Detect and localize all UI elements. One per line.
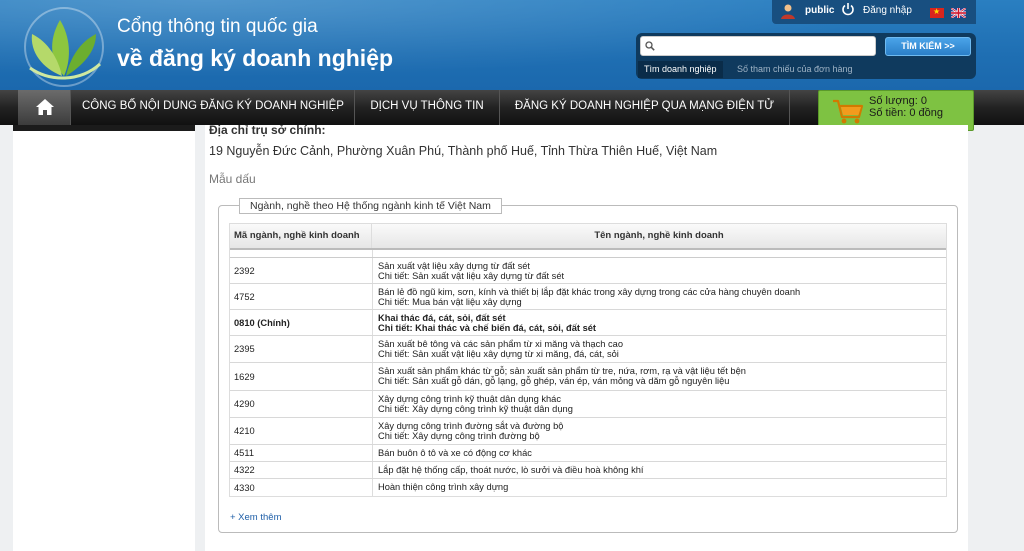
- column-header-name[interactable]: Tên ngành, nghề kinh doanh: [372, 224, 946, 248]
- row-detail: Chi tiết: Sản xuất gỗ dán, gỗ lạng, gỗ g…: [378, 376, 730, 386]
- cart-icon: [833, 99, 864, 124]
- home-icon: [36, 99, 54, 115]
- nav-item-online-registration[interactable]: ĐĂNG KÝ DOANH NGHIỆP QUA MẠNG ĐIỆN TỬ: [500, 90, 790, 125]
- left-panel: [13, 131, 195, 551]
- row-detail: Chi tiết: Mua bán vật liệu xây dựng: [378, 297, 522, 307]
- row-code: 4210: [234, 426, 255, 436]
- table-spacer-row: [230, 250, 946, 258]
- row-detail: Chi tiết: Xây dựng công trình đường bộ: [378, 431, 540, 441]
- cart-quantity: Số lượng: 0: [869, 95, 927, 107]
- row-code: 4511: [234, 448, 254, 458]
- row-detail: Chi tiết: Khai thác và chế biến đá, cát,…: [378, 323, 597, 333]
- cart-amount: Số tiền: 0 đồng: [869, 107, 944, 119]
- table-row[interactable]: 1629 Sản xuất sản phẩm khác từ gỗ; sản x…: [230, 363, 946, 391]
- row-code: 0810 (Chính): [234, 317, 290, 328]
- table-row[interactable]: 4752 Bán lẻ đồ ngũ kim, sơn, kính và thi…: [230, 284, 946, 310]
- power-icon[interactable]: [841, 2, 855, 16]
- address-label: Địa chỉ trụ sở chính:: [209, 123, 326, 137]
- industry-legend: Ngành, nghề theo Hệ thống ngành kinh tế …: [239, 198, 502, 214]
- table-row[interactable]: 2392 Sản xuất vật liệu xây dựng từ đất s…: [230, 258, 946, 284]
- logo-leaf-icon[interactable]: [20, 6, 108, 88]
- row-code: 2395: [234, 344, 255, 354]
- table-row[interactable]: 4330 Hoàn thiện công trình xây dựng: [230, 479, 946, 496]
- row-code: 4330: [234, 482, 255, 493]
- table-row[interactable]: 4290 Xây dựng công trình kỹ thuật dân dụ…: [230, 391, 946, 418]
- flag-uk-icon[interactable]: [951, 8, 966, 18]
- table-row[interactable]: 4322 Lắp đặt hệ thống cấp, thoát nước, l…: [230, 462, 946, 479]
- site-title-line2: về đăng ký doanh nghiệp: [117, 45, 394, 71]
- row-code: 4322: [234, 465, 255, 475]
- row-name: Lắp đặt hệ thống cấp, thoát nước, lò sưở…: [378, 465, 644, 475]
- site-title-line1: Cổng thông tin quốc gia: [117, 16, 318, 37]
- address-value: 19 Nguyễn Đức Cảnh, Phường Xuân Phú, Thà…: [209, 144, 718, 158]
- row-name: Bán buôn ô tô và xe có động cơ khác: [378, 448, 532, 458]
- search-icon: [645, 41, 655, 51]
- row-code: 4752: [234, 291, 255, 302]
- show-more-link[interactable]: + Xem thêm: [230, 512, 281, 523]
- flag-vn-icon[interactable]: ★: [930, 7, 944, 18]
- row-name: Sản xuất sản phẩm khác từ gỗ; sản xuất s…: [378, 366, 746, 376]
- tab-find-enterprise[interactable]: Tìm doanh nghiệp: [638, 61, 723, 78]
- row-name: Sản xuất vật liệu xây dựng từ đất sét: [378, 261, 530, 271]
- row-name: Sản xuất bê tông và các sản phẩm từ xi m…: [378, 339, 623, 349]
- table-row[interactable]: 2395 Sản xuất bê tông và các sản phẩm từ…: [230, 336, 946, 363]
- login-link[interactable]: Đăng nhập: [863, 5, 912, 16]
- row-name: Xây dựng công trình kỹ thuật dân dụng kh…: [378, 394, 561, 404]
- table-row[interactable]: 4511 Bán buôn ô tô và xe có động cơ khác: [230, 445, 946, 462]
- row-detail: Chi tiết: Xây dựng công trình kỹ thuật d…: [378, 404, 573, 414]
- nav-item-publish[interactable]: CÔNG BỐ NỘI DUNG ĐĂNG KÝ DOANH NGHIỆP: [72, 90, 355, 125]
- row-code: 2392: [234, 265, 255, 276]
- user-icon: [781, 4, 795, 19]
- table-row[interactable]: 0810 (Chính) Khai thác đá, cát, sỏi, đất…: [230, 310, 946, 336]
- top-user-bar: public Đăng nhập ★: [772, 0, 976, 24]
- search-button[interactable]: TÌM KIẾM >>: [885, 37, 971, 56]
- row-code: 4290: [234, 399, 255, 409]
- industry-table: Mã ngành, nghề kinh doanh Tên ngành, ngh…: [229, 223, 947, 497]
- nav-item-info-services[interactable]: DỊCH VỤ THÔNG TIN: [355, 90, 500, 125]
- search-panel: TÌM KIẾM >> Tìm doanh nghiệp Số tham chi…: [636, 33, 976, 79]
- home-button[interactable]: [18, 90, 71, 125]
- column-header-code[interactable]: Mã ngành, nghề kinh doanh: [230, 224, 372, 248]
- row-name: Khai thác đá, cát, sỏi, đất sét: [378, 313, 506, 323]
- row-name: Xây dựng công trình đường sắt và đường b…: [378, 421, 564, 431]
- table-header: Mã ngành, nghề kinh doanh Tên ngành, ngh…: [230, 224, 946, 250]
- search-input[interactable]: [640, 36, 876, 56]
- row-name: Hoàn thiện công trình xây dựng: [378, 482, 509, 492]
- table-row[interactable]: 4210 Xây dựng công trình đường sắt và đư…: [230, 418, 946, 445]
- row-detail: Chi tiết: Sản xuất vật liệu xây dựng từ …: [378, 271, 565, 281]
- industry-fieldset: Ngành, nghề theo Hệ thống ngành kinh tế …: [218, 198, 958, 533]
- row-code: 1629: [234, 371, 255, 382]
- row-detail: Chi tiết: Sản xuất vật liệu xây dựng từ …: [378, 349, 619, 359]
- row-name: Bán lẻ đồ ngũ kim, sơn, kính và thiết bị…: [378, 287, 801, 297]
- stamp-label: Mẫu dấu: [209, 172, 256, 186]
- enterprise-details-card: Địa chỉ trụ sở chính: 19 Nguyễn Đức Cảnh…: [205, 123, 968, 551]
- tab-order-reference[interactable]: Số tham chiếu của đơn hàng: [735, 61, 854, 78]
- site-header: Cổng thông tin quốc gia về đăng ký doanh…: [0, 0, 1024, 90]
- user-name[interactable]: public: [805, 5, 834, 16]
